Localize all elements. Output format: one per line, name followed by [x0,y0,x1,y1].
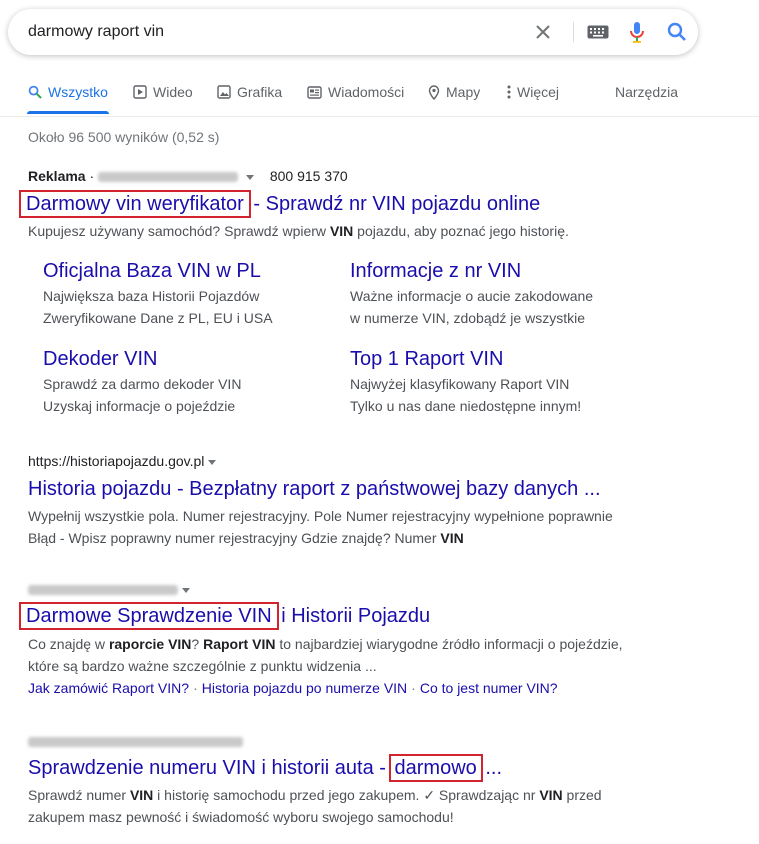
tab-label: Więcej [517,84,560,100]
result-stats: Około 96 500 wyników (0,52 s) [28,129,220,145]
ad-phone[interactable]: 800 915 370 [270,168,348,184]
tab-images[interactable]: Grafika [217,84,282,100]
keyboard-icon[interactable] [586,21,610,43]
tools-button[interactable]: Narzędzia [615,84,678,100]
result-title[interactable]: Historia pojazdu - Bezpłatny raport z pa… [28,476,601,502]
blurred-url [28,737,243,748]
snippet-bold: raporcie VIN [108,636,192,652]
dropdown-arrow-icon[interactable] [245,174,254,180]
result-url[interactable]: https://historiapojazdu.gov.pl [28,453,220,469]
snippet-text: przed [562,787,602,803]
sitelink-desc: Ważne informacje o aucie zakodowane [350,288,594,304]
snippet-text: Sprawdź numer [28,787,130,803]
search-input[interactable]: darmowy raport vin [28,23,164,41]
snippet-bold: Raport VIN [203,636,276,652]
ad-snippet: Kupujesz używany samochód? Sprawdź wpier… [28,220,569,242]
sitelink-desc: w numerze VIN, zdobądź je wszystkie [350,310,585,326]
sublink[interactable]: Co to jest numer VIN? [420,680,558,696]
result-snippet: zakupem masz pewność i świadomość wyboru… [28,809,454,825]
tab-all[interactable]: Wszystko [28,84,108,100]
tab-label: Wiadomości [328,84,405,100]
tab-label: Grafika [237,84,283,100]
result-url[interactable] [28,733,243,749]
sitelink-title[interactable]: Dekoder VIN [43,348,241,371]
sublink[interactable]: Historia pojazdu po numerze VIN [202,680,407,696]
sitelink-desc: Największa baza Historii Pojazdów [43,288,260,304]
sitelink-title[interactable]: Top 1 Raport VIN [350,348,581,371]
sitelink-title[interactable]: Informacje z nr VIN [350,260,593,283]
sitelink-desc: Najwyżej klasyfikowany Raport VIN [350,376,570,392]
result-snippet: Błąd - Wpisz poprawny numer rejestracyjn… [28,527,464,549]
tab-news[interactable]: Wiadomości [307,84,404,100]
tab-label: Wszystko [48,84,108,100]
sitelink-desc: Zweryfikowane Dane z PL, EU i USA [43,310,273,326]
result-title-text: Sprawdzenie numeru VIN i historii auta - [28,757,386,779]
snippet-bold: VIN [440,530,464,546]
news-icon [307,85,322,99]
search-tabs: Wszystko Wideo Grafika Wiadomości Mapy W… [0,70,759,117]
search-icon [28,85,42,99]
image-icon [217,85,231,99]
ad-title[interactable]: Darmowy vin weryfikator - Sprawdź nr VIN… [19,190,541,218]
result-title-text: ... [485,757,503,779]
result-snippet: Co znajdę w raporcie VIN? Raport VIN to … [28,633,623,655]
sitelink: Dekoder VIN Sprawdź za darmo dekoder VIN… [43,348,241,417]
microphone-icon[interactable] [625,20,649,44]
highlight-box: Darmowy vin weryfikator [19,190,251,218]
search-box[interactable]: darmowy raport vin [8,9,698,55]
search-divider [573,22,574,42]
highlight-box: Darmowe Sprawdzenie VIN [19,602,279,630]
blurred-url [28,585,178,596]
blurred-url [98,172,239,183]
snippet-text: pojazdu, aby poznać jego historię. [353,223,569,239]
sitelink-desc: Uzyskaj informacje o pojeździe [43,398,236,414]
result-snippet: Sprawdź numer VIN i historię samochodu p… [28,784,602,806]
snippet-text: to najbardziej wiarygodne źródło informa… [275,636,623,652]
sitelink-desc: Sprawdź za darmo dekoder VIN [43,376,242,392]
sublink[interactable]: Jak zamówić Raport VIN? [28,680,189,696]
tab-maps[interactable]: Mapy [428,84,480,100]
sitelink: Top 1 Raport VIN Najwyżej klasyfikowany … [350,348,581,417]
ad-header: Reklama · 800 915 370 [28,168,348,184]
video-icon [133,85,147,99]
result-snippet: Wypełnij wszystkie pola. Numer rejestrac… [28,508,613,524]
map-pin-icon [428,84,440,100]
ad-title-rest: - Sprawdź nr VIN pojazdu online [253,193,541,215]
dropdown-arrow-icon[interactable] [208,459,217,465]
snippet-text: Błąd - Wpisz poprawny numer rejestracyjn… [28,530,441,546]
result-title[interactable]: Darmowe Sprawdzenie VIN i Historii Pojaz… [19,602,431,630]
tab-label: Wideo [153,84,193,100]
sitelink-title[interactable]: Oficjalna Baza VIN w PL [43,260,273,283]
more-vert-icon [507,85,511,99]
snippet-text: Co znajdę w [28,636,109,652]
sitelink: Informacje z nr VIN Ważne informacje o a… [350,260,593,329]
snippet-text: i historię samochodu przed jego zakupem.… [153,787,540,803]
snippet-text: Kupujesz używany samochód? Sprawdź wpier… [28,223,330,239]
dropdown-arrow-icon[interactable] [182,587,190,593]
active-tab-indicator [27,111,109,114]
snippet-bold: VIN [329,223,354,239]
tab-more[interactable]: Więcej [507,84,559,100]
result-snippet: które są bardzo ważne szczególnie z punk… [28,658,377,674]
sitelink-desc: Tylko u nas dane niedostępne innym! [350,398,582,414]
tab-label: Mapy [446,84,481,100]
result-url[interactable] [28,581,194,597]
tab-video[interactable]: Wideo [133,84,193,100]
snippet-bold: VIN [129,787,154,803]
snippet-bold: VIN [539,787,563,803]
result-sublinks: Jak zamówić Raport VIN? · Historia pojazdu… [28,680,558,696]
highlight-box: darmowo [388,754,483,782]
search-icon[interactable] [665,20,689,44]
sitelink: Oficjalna Baza VIN w PL Największa baza … [43,260,273,329]
snippet-text: ? [191,636,204,652]
ad-label: Reklama [28,168,86,184]
result-url-text: https://historiapojazdu.gov.pl [28,453,205,469]
result-title-rest: i Historii Pojazdu [281,605,431,627]
clear-icon[interactable] [531,20,555,44]
result-title[interactable]: Sprawdzenie numeru VIN i historii auta -… [28,754,503,782]
